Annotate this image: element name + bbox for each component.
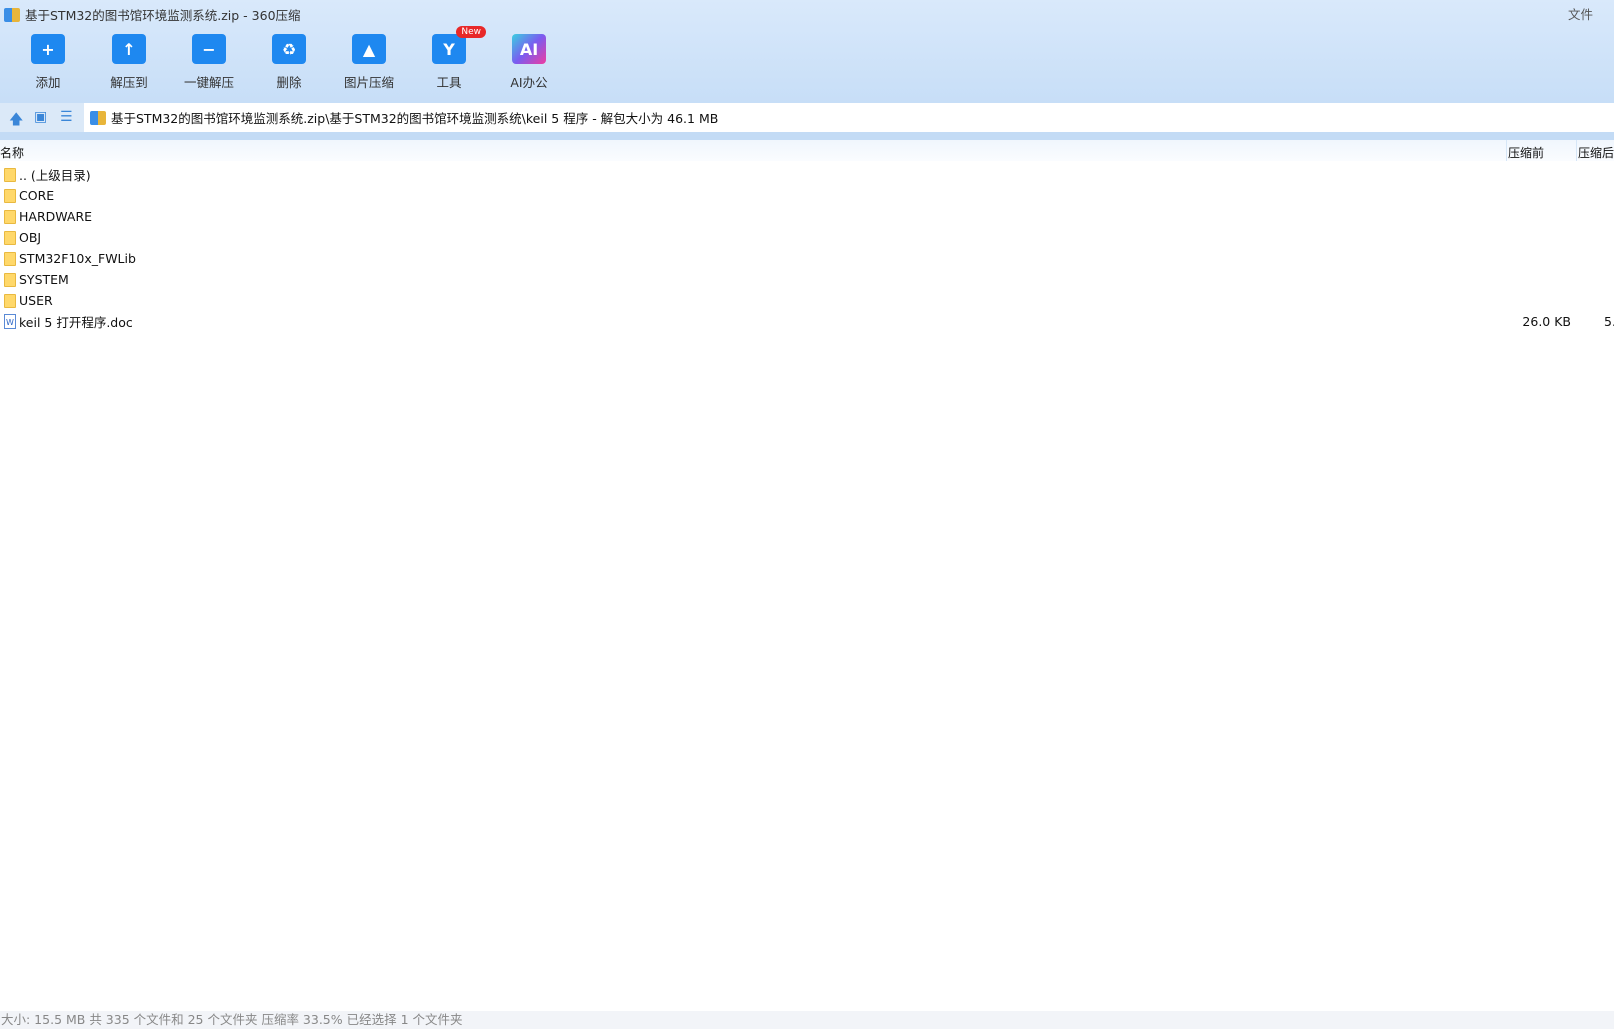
file-row[interactable]: SYSTEM bbox=[0, 269, 1614, 290]
toolbar-label: 解压到 bbox=[110, 75, 148, 90]
zip-icon bbox=[90, 110, 106, 125]
column-divider[interactable] bbox=[1506, 140, 1507, 161]
address-path: 基于STM32的图书馆环境监测系统.zip\基于STM32的图书馆环境监测系统\… bbox=[111, 111, 719, 126]
toolbar-button-2[interactable]: − 一键解压 bbox=[174, 34, 244, 91]
file-name: STM32F10x_FWLib bbox=[19, 251, 136, 266]
folder-icon bbox=[4, 272, 16, 287]
toolbar-label: 图片压缩 bbox=[343, 75, 394, 90]
file-size: 26.0 KB bbox=[1522, 314, 1571, 329]
toolbar-label: 工具 bbox=[436, 75, 462, 90]
folder-icon bbox=[4, 167, 16, 182]
toolbar-area: 基于STM32的图书馆环境监测系统.zip - 360压缩 文件 + 添加 ↑ 解压到… bbox=[0, 0, 1614, 103]
icon-glyph: ▲ bbox=[362, 39, 376, 59]
file-name: SYSTEM bbox=[19, 272, 69, 287]
toolbar-button-1[interactable]: ↑ 解压到 bbox=[94, 34, 164, 91]
column-original-size[interactable]: 压缩前 bbox=[1508, 144, 1544, 161]
icon-glyph: ♻ bbox=[281, 39, 297, 59]
icon-glyph: AI bbox=[519, 39, 539, 59]
add-folder-icon: + bbox=[31, 34, 65, 64]
file-menu[interactable]: 文件 bbox=[1568, 4, 1593, 23]
toolbar-button-4[interactable]: ▲ 图片压缩 bbox=[334, 34, 404, 91]
icon-glyph: + bbox=[41, 39, 55, 59]
column-name[interactable]: 名称 bbox=[0, 144, 24, 161]
header-strip bbox=[0, 132, 1614, 140]
thumbnail-view-icon[interactable]: ▣ bbox=[34, 109, 47, 125]
file-row[interactable]: HARDWARE bbox=[0, 206, 1614, 227]
file-row[interactable]: OBJ bbox=[0, 227, 1614, 248]
toolbar-button-0[interactable]: + 添加 bbox=[13, 34, 83, 91]
ai-office-icon: AI bbox=[512, 34, 546, 64]
one-click-extract-icon: − bbox=[192, 34, 226, 64]
tools-icon: Y New bbox=[432, 26, 486, 64]
compressed-size: 5. bbox=[1604, 314, 1614, 329]
zip-app-icon bbox=[4, 7, 20, 22]
folder-icon bbox=[4, 209, 16, 224]
icon-glyph: Y bbox=[443, 39, 455, 59]
file-name: CORE bbox=[19, 188, 55, 203]
file-row[interactable]: CORE bbox=[0, 185, 1614, 206]
file-name: HARDWARE bbox=[19, 209, 93, 224]
folder-icon bbox=[4, 230, 16, 245]
icon-glyph: − bbox=[202, 39, 216, 59]
toolbar-label: 添加 bbox=[35, 75, 61, 90]
file-name: USER bbox=[19, 293, 53, 308]
window-title: 基于STM32的图书馆环境监测系统.zip - 360压缩 bbox=[25, 8, 301, 23]
column-compressed-size[interactable]: 压缩后 bbox=[1578, 144, 1614, 161]
extract-to-icon: ↑ bbox=[112, 34, 146, 64]
icon-glyph: ↑ bbox=[122, 39, 136, 59]
list-view-icon[interactable]: ☰ bbox=[60, 109, 73, 125]
title-bar: 基于STM32的图书馆环境监测系统.zip - 360压缩 bbox=[4, 5, 301, 24]
image-compress-icon: ▲ bbox=[352, 34, 386, 64]
column-header: 名称 压缩前 压缩后 bbox=[0, 140, 1614, 161]
navigation-bar: 🡅 ▣ ☰ 基于STM32的图书馆环境监测系统.zip\基于STM32的图书馆环… bbox=[0, 103, 1614, 132]
folder-icon bbox=[4, 293, 16, 308]
new-badge: New bbox=[456, 26, 486, 38]
toolbar-button-5[interactable]: Y New 工具 bbox=[414, 26, 486, 91]
toolbar-button-3[interactable]: ♻ 删除 bbox=[254, 34, 324, 91]
file-name: .. (上级目录) bbox=[19, 168, 91, 183]
status-bar: 大小: 15.5 MB 共 335 个文件和 25 个文件夹 压缩率 33.5%… bbox=[0, 1011, 1614, 1029]
toolbar-label: 一键解压 bbox=[183, 75, 234, 90]
file-name: keil 5 打开程序.doc bbox=[19, 315, 133, 330]
column-divider[interactable] bbox=[1576, 140, 1577, 161]
file-row[interactable]: Wkeil 5 打开程序.doc 26.0 KB 5. bbox=[0, 311, 1614, 332]
up-arrow-icon[interactable]: 🡅 bbox=[9, 109, 23, 133]
address-bar[interactable]: 基于STM32的图书馆环境监测系统.zip\基于STM32的图书馆环境监测系统\… bbox=[84, 103, 1614, 132]
folder-icon bbox=[4, 188, 16, 203]
file-row[interactable]: USER bbox=[0, 290, 1614, 311]
word-doc-icon: W bbox=[4, 314, 16, 329]
file-row[interactable]: .. (上级目录) bbox=[0, 164, 1614, 185]
folder-icon bbox=[4, 251, 16, 266]
file-name: OBJ bbox=[19, 230, 42, 245]
toolbar-button-6[interactable]: AI AI办公 bbox=[494, 34, 564, 91]
file-row[interactable]: STM32F10x_FWLib bbox=[0, 248, 1614, 269]
recycle-bin-icon: ♻ bbox=[272, 34, 306, 64]
toolbar-label: 删除 bbox=[276, 75, 302, 90]
toolbar-label: AI办公 bbox=[510, 75, 548, 90]
